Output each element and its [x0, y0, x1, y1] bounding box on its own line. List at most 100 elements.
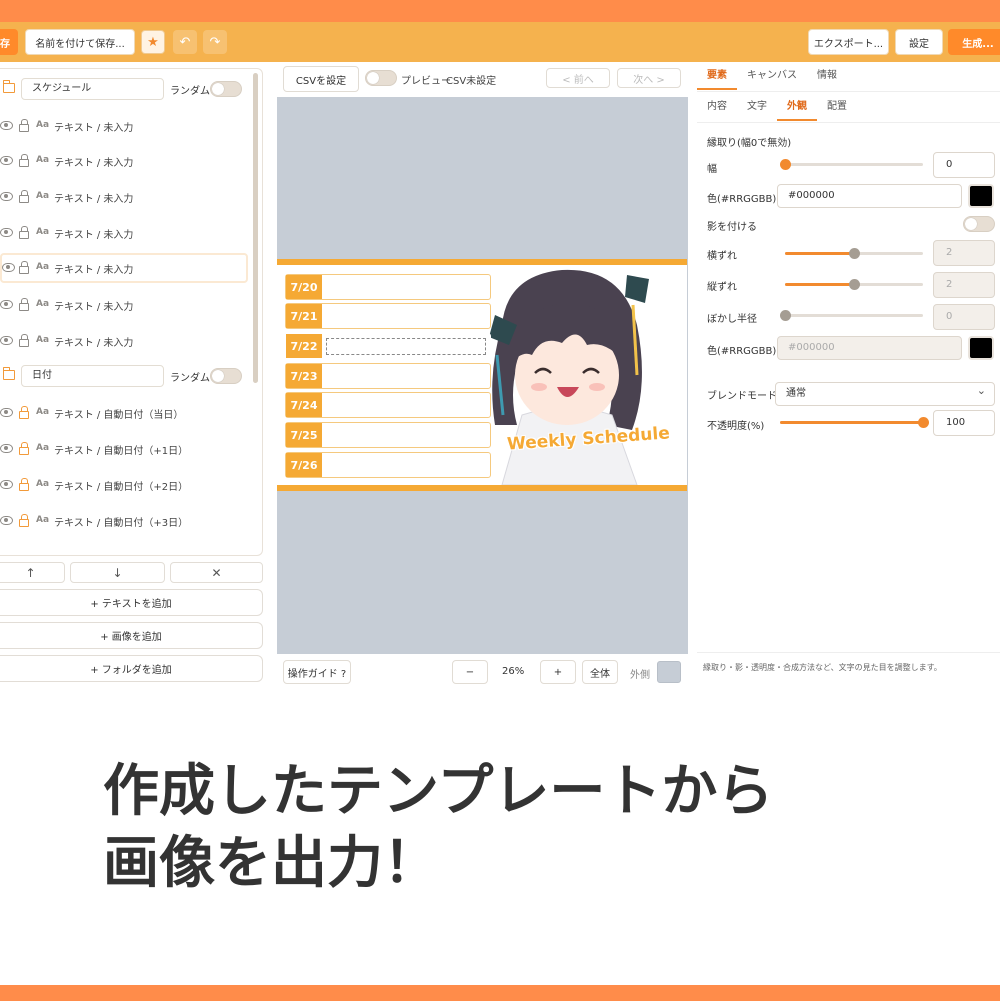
opacity-slider[interactable] [780, 417, 929, 428]
blend-mode-select[interactable]: 通常 [775, 380, 995, 406]
redo-icon[interactable]: ↷ [203, 30, 227, 54]
layer-group-date[interactable]: 日付 ランダム [0, 365, 255, 389]
blur-slider[interactable] [780, 310, 923, 321]
lock-icon[interactable] [19, 514, 29, 527]
eye-icon[interactable] [0, 444, 13, 453]
add-folder-button[interactable]: + フォルダを追加 [0, 655, 263, 682]
width-input[interactable]: 0 [933, 152, 995, 178]
shadow-toggle[interactable] [963, 216, 995, 232]
add-text-label: + テキストを追加 [90, 599, 172, 610]
tab-info[interactable]: 情報 [807, 64, 847, 90]
generate-button[interactable]: 生成... [948, 29, 1000, 55]
eye-icon[interactable] [0, 300, 13, 309]
add-image-button[interactable]: + 画像を追加 [0, 622, 263, 649]
layer-row[interactable]: Aa テキスト / 未入力 [0, 290, 248, 320]
undo-icon[interactable]: ↶ [173, 30, 197, 54]
lock-icon[interactable] [19, 334, 29, 347]
eye-icon[interactable] [0, 480, 13, 489]
lock-icon[interactable] [19, 478, 29, 491]
lock-icon[interactable] [19, 442, 29, 455]
csv-button[interactable]: CSVを設定 [283, 66, 359, 92]
move-up-button[interactable]: ↑ [0, 562, 65, 583]
opacity-input[interactable]: 100 [933, 410, 995, 436]
tab-text[interactable]: 文字 [737, 95, 777, 121]
move-down-button[interactable]: ↓ [70, 562, 165, 583]
schedule-row[interactable]: 7/25 [285, 422, 491, 448]
save-as-button[interactable]: 名前を付けて保存... [25, 29, 135, 55]
eye-icon[interactable] [0, 516, 13, 525]
offset-y-slider[interactable] [785, 279, 923, 290]
stroke-color-input[interactable]: #000000 [777, 184, 962, 208]
lock-icon[interactable] [19, 298, 29, 311]
layer-row[interactable]: Aa テキスト / 自動日付（当日） [0, 398, 248, 428]
offset-y-input[interactable]: 2 [933, 272, 995, 298]
preview-toggle[interactable] [365, 70, 397, 86]
eye-icon[interactable] [0, 121, 13, 130]
eye-icon[interactable] [0, 192, 13, 201]
minus-icon: − [465, 666, 475, 678]
layer-row[interactable]: Aa テキスト / 未入力 [0, 218, 248, 248]
favorite-star-icon[interactable]: ★ [141, 30, 165, 54]
stroke-color-swatch[interactable] [968, 184, 994, 208]
blur-input[interactable]: 0 [933, 304, 995, 330]
random-toggle[interactable] [210, 368, 242, 384]
prev-button[interactable]: < 前へ [546, 68, 610, 88]
offset-x-slider[interactable] [785, 248, 923, 259]
lock-icon[interactable] [19, 119, 29, 132]
layer-row[interactable]: Aa テキスト / 未入力 [0, 182, 248, 212]
offset-x-label: 横ずれ [707, 251, 737, 262]
delete-layer-button[interactable]: ✕ [170, 562, 263, 583]
eye-icon[interactable] [0, 156, 13, 165]
tab-position[interactable]: 配置 [817, 95, 857, 121]
fit-all-label: 全体 [590, 668, 610, 680]
layer-row[interactable]: Aa テキスト / 未入力 [0, 326, 248, 356]
zoom-out-button[interactable]: − [452, 660, 488, 684]
outside-color-swatch[interactable] [657, 661, 681, 683]
schedule-row[interactable]: 7/23 [285, 363, 491, 389]
tab-element[interactable]: 要素 [697, 64, 737, 90]
eye-icon[interactable] [0, 408, 13, 417]
schedule-row[interactable]: 7/24 [285, 392, 491, 418]
fit-all-button[interactable]: 全体 [582, 660, 618, 684]
width-slider[interactable] [780, 159, 923, 170]
lock-icon[interactable] [19, 406, 29, 419]
lock-icon[interactable] [19, 154, 29, 167]
tab-appearance[interactable]: 外観 [777, 95, 817, 121]
schedule-row[interactable]: 7/20 [285, 274, 491, 300]
layer-row[interactable]: Aa テキスト / 自動日付（+2日） [0, 470, 248, 500]
schedule-date: 7/25 [286, 423, 322, 447]
cut-off-button[interactable]: 存 [0, 29, 18, 55]
guide-button[interactable]: 操作ガイド ? [283, 660, 351, 684]
schedule-row[interactable]: 7/21 [285, 303, 491, 329]
next-button[interactable]: 次へ > [617, 68, 681, 88]
eye-icon[interactable] [0, 336, 13, 345]
add-text-button[interactable]: + テキストを追加 [0, 589, 263, 616]
group-name-input[interactable]: 日付 [21, 365, 164, 387]
schedule-row[interactable]: 7/26 [285, 452, 491, 478]
lock-icon[interactable] [19, 226, 29, 239]
layer-scrollbar[interactable] [253, 73, 258, 383]
eye-icon[interactable] [0, 228, 13, 237]
tab-content[interactable]: 内容 [697, 95, 737, 121]
lock-icon[interactable] [19, 261, 29, 274]
schedule-preview[interactable]: 7/20 7/21 7/22 7/23 7/24 7/25 7/26 Weekl… [277, 259, 687, 491]
shadow-color-swatch[interactable] [968, 336, 994, 360]
layer-label: テキスト / 未入力 [54, 194, 134, 205]
layer-row[interactable]: Aa テキスト / 未入力 [0, 111, 248, 141]
layer-row[interactable]: Aa テキスト / 自動日付（+1日） [0, 434, 248, 464]
schedule-row-selected[interactable]: 7/22 [285, 333, 491, 359]
group-name-input[interactable]: スケジュール [21, 78, 164, 100]
layer-row[interactable]: Aa テキスト / 自動日付（+3日） [0, 506, 248, 536]
layer-row-selected[interactable]: Aa テキスト / 未入力 [0, 253, 248, 283]
random-toggle[interactable] [210, 81, 242, 97]
lock-icon[interactable] [19, 190, 29, 203]
eye-icon[interactable] [2, 263, 15, 272]
shadow-color-input[interactable]: #000000 [777, 336, 962, 360]
layer-row[interactable]: Aa テキスト / 未入力 [0, 146, 248, 176]
settings-button[interactable]: 設定 [895, 29, 943, 55]
offset-x-input[interactable]: 2 [933, 240, 995, 266]
tab-canvas[interactable]: キャンバス [737, 64, 807, 90]
layer-group-schedule[interactable]: スケジュール ランダム [0, 78, 255, 102]
export-button[interactable]: エクスポート... [808, 29, 889, 55]
zoom-in-button[interactable]: + [540, 660, 576, 684]
